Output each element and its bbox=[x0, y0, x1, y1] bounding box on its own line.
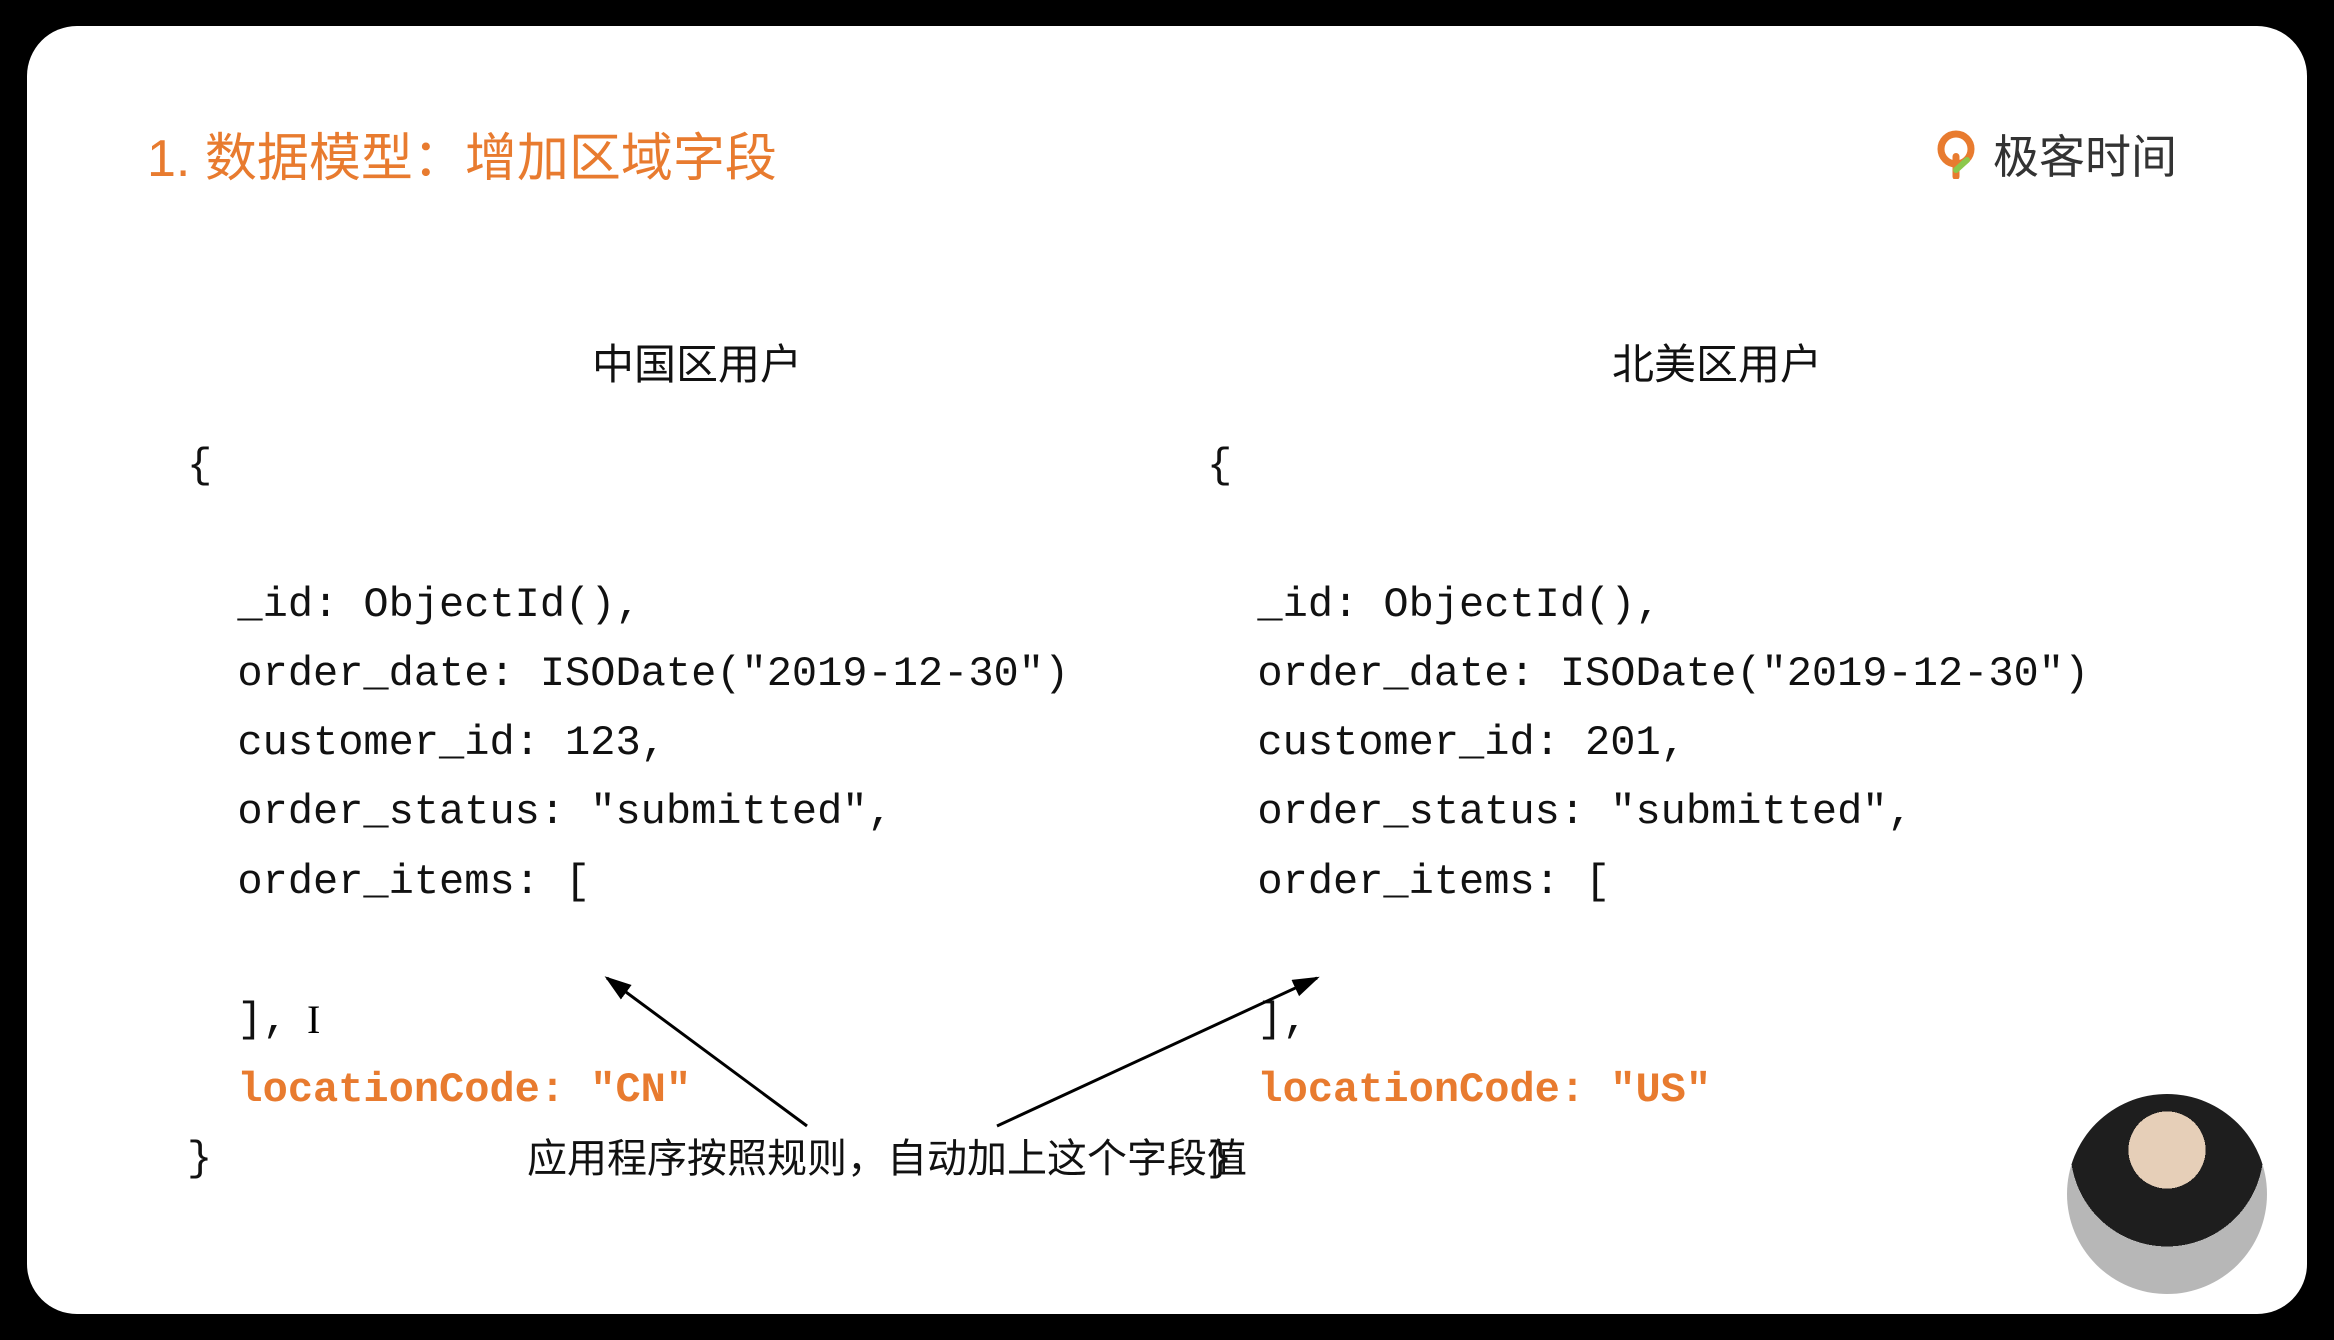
code-line-highlight: locationCode: "CN" bbox=[187, 1066, 691, 1114]
code-columns: 中国区用户 { _id: ObjectId(), order_date: ISO… bbox=[147, 331, 2187, 1194]
code-line: order_status: "submitted", bbox=[1207, 788, 1913, 836]
code-line: ], bbox=[1207, 996, 1308, 1044]
code-line: order_date: ISODate("2019-12-30") bbox=[1207, 650, 2089, 698]
code-line: ], bbox=[187, 996, 288, 1044]
code-line: _id: ObjectId(), bbox=[187, 581, 641, 629]
code-line: order_date: ISODate("2019-12-30") bbox=[187, 650, 1069, 698]
code-line: { bbox=[187, 442, 212, 490]
right-code: { _id: ObjectId(), order_date: ISODate("… bbox=[1207, 432, 2107, 1194]
right-heading: 北美区用户 bbox=[1207, 331, 2107, 392]
left-column: 中国区用户 { _id: ObjectId(), order_date: ISO… bbox=[187, 331, 1087, 1194]
code-line: customer_id: 123, bbox=[187, 719, 666, 767]
slide: 1. 数据模型：增加区域字段 极客时间 中国区用户 { _id: ObjectI… bbox=[27, 26, 2307, 1314]
geektime-icon bbox=[1931, 129, 1981, 179]
caption: 应用程序按照规则，自动加上这个字段值 bbox=[527, 1126, 1247, 1184]
code-line: order_items: [ bbox=[1207, 858, 1610, 906]
presenter-avatar bbox=[2067, 1094, 2267, 1294]
code-line: order_status: "submitted", bbox=[187, 788, 893, 836]
code-line: customer_id: 201, bbox=[1207, 719, 1686, 767]
code-line: _id: ObjectId(), bbox=[1207, 581, 1661, 629]
right-column: 北美区用户 { _id: ObjectId(), order_date: ISO… bbox=[1207, 331, 2107, 1194]
code-line: { bbox=[1207, 442, 1232, 490]
left-code: { _id: ObjectId(), order_date: ISODate("… bbox=[187, 432, 1087, 1194]
text-cursor-icon: I bbox=[307, 996, 320, 1043]
brand-text: 极客时间 bbox=[1993, 121, 2177, 187]
code-line-highlight: locationCode: "US" bbox=[1207, 1066, 1711, 1114]
code-line: } bbox=[187, 1135, 212, 1183]
code-line: order_items: [ bbox=[187, 858, 590, 906]
left-heading: 中国区用户 bbox=[187, 331, 1087, 392]
brand-logo: 极客时间 bbox=[1931, 121, 2177, 187]
slide-title: 1. 数据模型：增加区域字段 bbox=[147, 116, 2187, 191]
